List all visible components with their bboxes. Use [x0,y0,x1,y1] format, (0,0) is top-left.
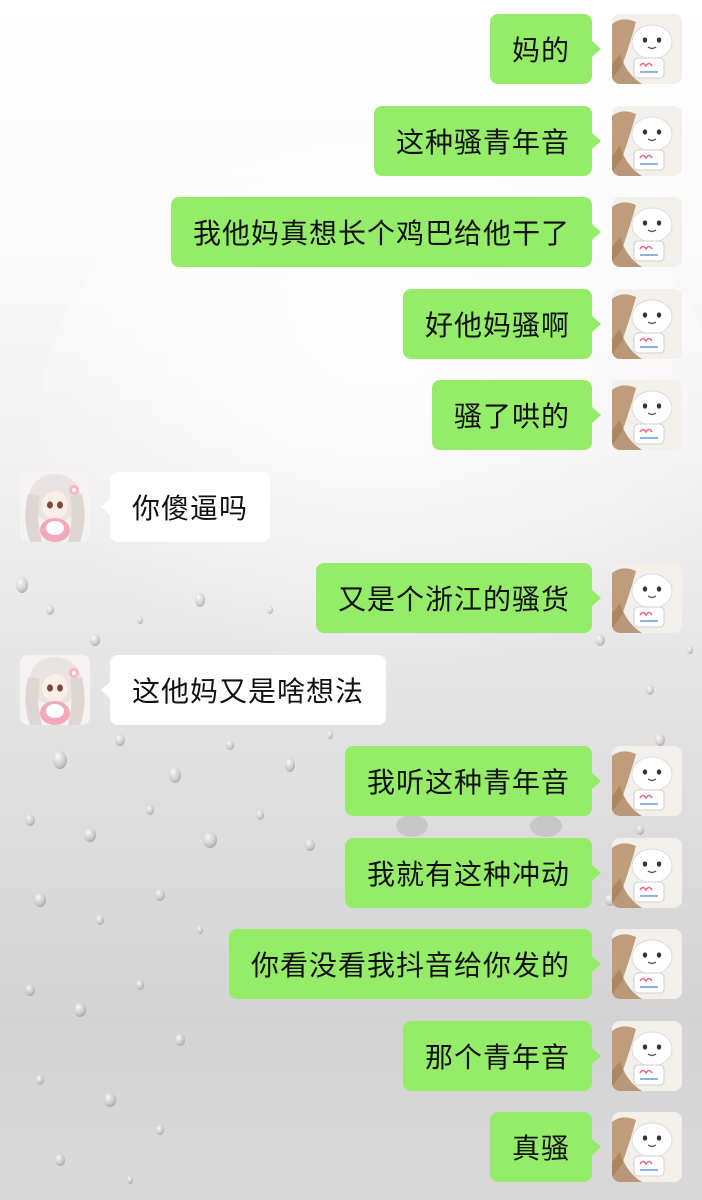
self-avatar[interactable] [612,14,682,84]
self-avatar[interactable] [612,837,682,908]
message-bubble[interactable]: 真骚 [489,1112,602,1182]
self-avatar[interactable] [612,929,682,999]
message-row-self: 我听这种青年音 [0,746,702,816]
message-row-self: 你看没看我抖音给你发的 [0,929,702,999]
message-row-other: 这他妈又是啥想法 [0,654,702,725]
message-bubble[interactable]: 我听这种青年音 [344,746,602,816]
self-avatar[interactable] [612,288,682,359]
chat-message-list[interactable]: 妈的 这种骚青年音 我他妈真想长个鸡巴给他干了 好他妈骚啊 骚了哄的 你傻逼吗 [0,0,702,1200]
message-row-self: 这种骚青年音 [0,105,702,176]
self-avatar[interactable] [612,746,682,816]
message-bubble[interactable]: 又是个浙江的骚货 [315,563,602,633]
message-bubble[interactable]: 我就有这种冲动 [344,837,602,908]
message-row-other: 你傻逼吗 [0,471,702,542]
message-row-self: 又是个浙江的骚货 [0,563,702,633]
message-bubble[interactable]: 你傻逼吗 [100,471,271,542]
message-bubble[interactable]: 妈的 [489,14,602,84]
self-avatar[interactable] [612,1020,682,1091]
self-avatar[interactable] [612,563,682,633]
self-avatar[interactable] [612,380,682,450]
message-bubble[interactable]: 好他妈骚啊 [402,288,602,359]
self-avatar[interactable] [612,197,682,267]
message-bubble[interactable]: 骚了哄的 [431,380,602,450]
contact-avatar[interactable] [20,654,90,725]
message-row-self: 那个青年音 [0,1020,702,1091]
self-avatar[interactable] [612,1112,682,1182]
message-bubble[interactable]: 你看没看我抖音给你发的 [228,929,602,999]
message-row-self: 骚了哄的 [0,380,702,450]
message-row-self: 好他妈骚啊 [0,288,702,359]
message-row-self: 我他妈真想长个鸡巴给他干了 [0,197,702,267]
contact-avatar[interactable] [20,471,90,542]
message-bubble[interactable]: 我他妈真想长个鸡巴给他干了 [170,197,602,267]
message-row-self: 我就有这种冲动 [0,837,702,908]
message-bubble[interactable]: 这他妈又是啥想法 [100,654,387,725]
message-row-self: 真骚 [0,1112,702,1182]
message-row-self: 妈的 [0,14,702,84]
message-bubble[interactable]: 那个青年音 [402,1020,602,1091]
message-bubble[interactable]: 这种骚青年音 [373,105,602,176]
self-avatar[interactable] [612,105,682,176]
